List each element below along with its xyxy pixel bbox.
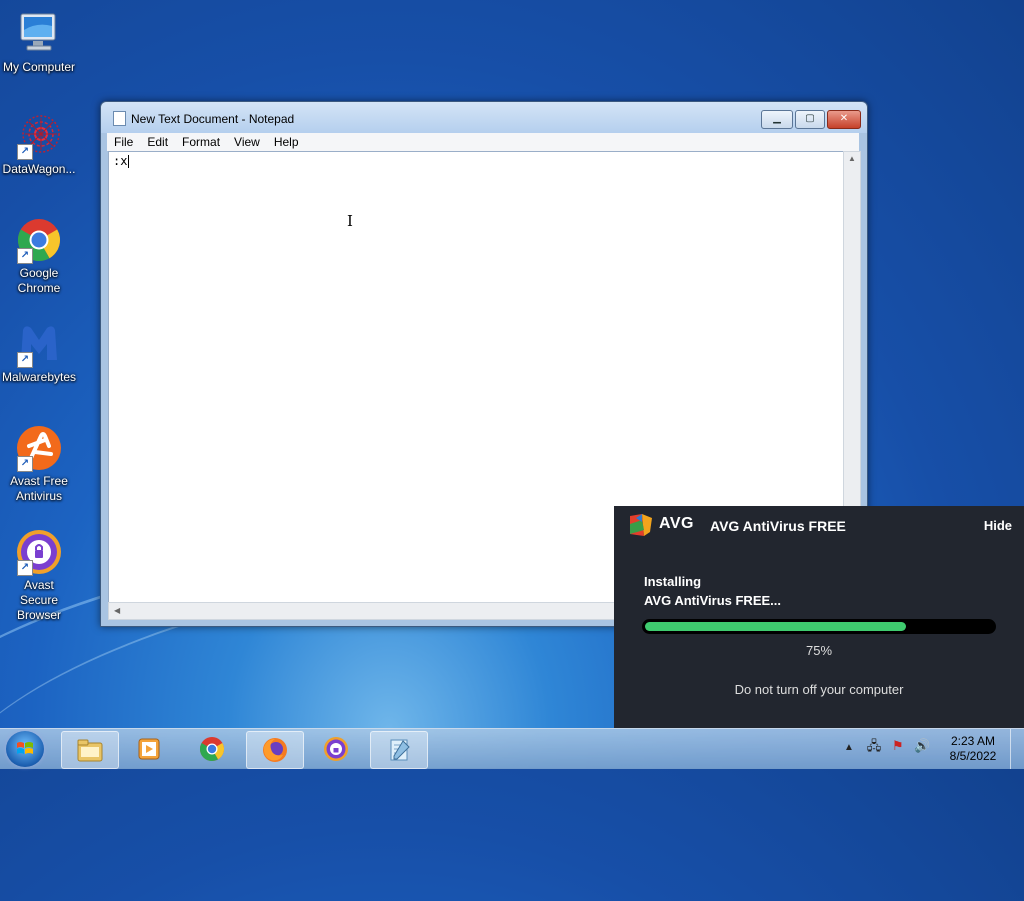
editor-content: :x	[113, 154, 128, 168]
notepad-titlebar[interactable]: New Text Document - Notepad ▁ ▢ ✕	[101, 102, 867, 133]
shortcut-arrow-icon: ↗	[17, 560, 33, 576]
desktop-icon-my-computer[interactable]: My Computer	[0, 10, 78, 75]
shortcut-arrow-icon: ↗	[17, 248, 33, 264]
desktop-icon-label: DataWagon...	[2, 162, 76, 176]
taskbar-firefox[interactable]	[246, 731, 304, 769]
menu-file[interactable]: File	[107, 133, 140, 150]
chrome-icon	[199, 737, 225, 762]
avg-logo-icon	[630, 514, 652, 536]
avg-app-name: AVG AntiVirus FREE	[710, 518, 846, 534]
taskbar-windows-explorer[interactable]	[61, 731, 119, 769]
progress-fill	[645, 622, 906, 631]
minimize-button[interactable]: ▁	[761, 110, 793, 129]
firefox-icon	[263, 738, 287, 762]
desktop-icon-label: Avast Secure Browser	[16, 578, 61, 622]
ibeam-cursor-icon: I	[347, 212, 353, 230]
desktop-icon-avast-secure-browser[interactable]: ↗ Avast Secure Browser	[0, 528, 78, 623]
close-button[interactable]: ✕	[827, 110, 861, 129]
desktop-icon-label: Malwarebytes	[1, 370, 77, 384]
notepad-icon	[113, 111, 126, 126]
folder-icon	[77, 739, 103, 762]
desktop-icon-google-chrome[interactable]: ↗ Google Chrome	[0, 216, 78, 296]
media-player-icon	[138, 738, 160, 760]
maximize-button[interactable]: ▢	[795, 110, 825, 129]
clock-date: 8/5/2022	[949, 749, 997, 763]
chrome-icon: ↗	[15, 216, 63, 264]
taskbar-media-player[interactable]	[122, 731, 178, 767]
install-status-line1: Installing	[644, 574, 702, 589]
menu-help[interactable]: Help	[267, 133, 306, 150]
progress-percent: 75%	[805, 643, 833, 658]
menu-bar: File Edit Format View Help	[107, 133, 859, 151]
menu-view[interactable]: View	[227, 133, 267, 150]
avg-install-popup: AVG AVG AntiVirus FREE Hide Installing A…	[614, 506, 1024, 728]
desktop-icon-avast-free-antivirus[interactable]: ↗ Avast Free Antivirus	[0, 424, 78, 504]
avast-secure-browser-icon: ↗	[15, 528, 63, 576]
start-button[interactable]	[6, 731, 44, 767]
malwarebytes-icon: ↗	[15, 320, 63, 368]
install-note: Do not turn off your computer	[734, 682, 904, 697]
editor-text: :x	[113, 154, 130, 168]
avast-icon: ↗	[15, 424, 63, 472]
desktop-icon-datawagon[interactable]: ↗ DataWagon...	[0, 112, 78, 177]
desktop-icon-label: Google Chrome	[17, 266, 61, 295]
taskbar-notepad[interactable]	[370, 731, 428, 769]
computer-icon	[15, 10, 63, 58]
install-status-line2: AVG AntiVirus FREE...	[644, 593, 782, 608]
datawagon-icon: ↗	[15, 112, 63, 160]
show-desktop-button[interactable]	[1010, 729, 1024, 769]
progress-bar	[642, 619, 996, 634]
taskbar-avast-secure-browser[interactable]	[308, 731, 364, 767]
show-hidden-icons-icon[interactable]: ▲	[844, 742, 854, 753]
taskbar-google-chrome[interactable]	[184, 731, 240, 767]
taskbar: ▲ 🖧 ⚑ 🔊 2:23 AM 8/5/2022	[0, 728, 1024, 769]
volume-icon[interactable]: 🔊	[914, 738, 930, 753]
notepad-icon	[390, 739, 410, 761]
desktop-icon-label: My Computer	[2, 60, 76, 74]
action-center-icon[interactable]: ⚑	[892, 738, 904, 753]
desktop-icon-malwarebytes[interactable]: ↗ Malwarebytes	[0, 320, 78, 385]
desktop-icon-label: Avast Free Antivirus	[10, 474, 68, 503]
windows-logo-icon	[17, 742, 33, 754]
scroll-up-arrow-icon[interactable]: ▲	[848, 154, 856, 163]
scroll-left-arrow-icon[interactable]: ◀	[114, 606, 120, 615]
shortcut-arrow-icon: ↗	[17, 456, 33, 472]
clock-time: 2:23 AM	[950, 734, 996, 748]
taskbar-clock[interactable]: 2:23 AM 8/5/2022	[946, 734, 1000, 764]
window-title: New Text Document - Notepad	[131, 112, 295, 126]
menu-edit[interactable]: Edit	[140, 133, 175, 150]
shortcut-arrow-icon: ↗	[17, 352, 33, 368]
avg-logo-text: AVG	[659, 515, 694, 532]
hide-button[interactable]: Hide	[984, 518, 1012, 533]
shortcut-arrow-icon: ↗	[17, 144, 33, 160]
text-caret	[128, 155, 130, 168]
menu-format[interactable]: Format	[175, 133, 227, 150]
system-tray: ▲ 🖧 ⚑ 🔊	[844, 737, 931, 759]
avast-secure-browser-icon	[324, 737, 348, 761]
network-icon[interactable]: 🖧	[867, 738, 882, 753]
